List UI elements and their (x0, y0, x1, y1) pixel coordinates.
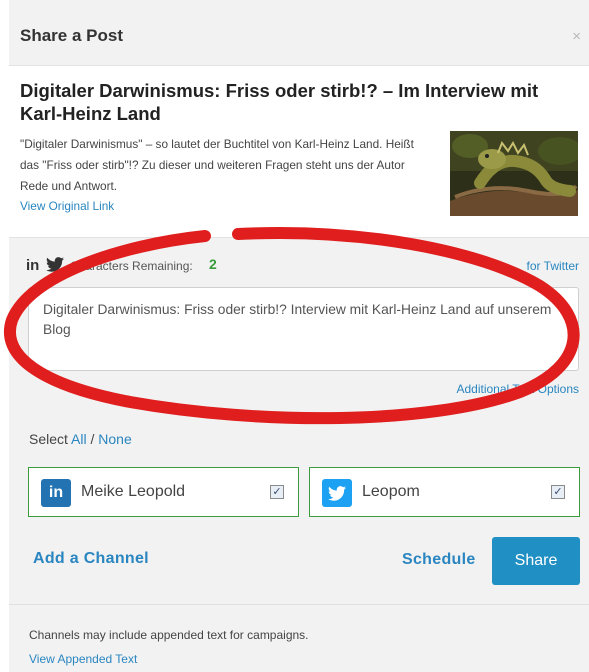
add-channel-link[interactable]: Add a Channel (33, 550, 149, 568)
dialog-title: Share a Post (20, 26, 123, 45)
share-button[interactable]: Share (492, 537, 580, 585)
select-label: Select (29, 431, 68, 447)
select-none-link[interactable]: None (98, 431, 131, 447)
footer-divider (9, 604, 589, 605)
characters-remaining-count: 2 (209, 256, 217, 272)
select-all-link[interactable]: All (71, 431, 87, 447)
additional-text-options-link[interactable]: Additional Text Options (456, 382, 579, 396)
channel-name: Meike Leopold (81, 483, 186, 500)
customize-twitter-link[interactable]: for Twitter (527, 259, 579, 273)
appended-text-note: Channels may include appended text for c… (29, 628, 309, 642)
channel-checkbox[interactable]: ✓ (551, 485, 565, 499)
close-icon[interactable]: × (572, 28, 581, 45)
schedule-button[interactable]: Schedule (402, 551, 476, 569)
post-thumbnail-image (450, 131, 578, 216)
linkedin-icon: in (41, 479, 71, 507)
characters-remaining-label: Characters Remaining: (70, 259, 193, 273)
select-channels-row: Select All / None (29, 431, 132, 447)
channel-checkbox[interactable]: ✓ (270, 485, 284, 499)
character-counter-row: in Characters Remaining: 2 for Twitter (26, 256, 579, 276)
channel-name: Leopom (362, 483, 420, 500)
twitter-icon (46, 257, 64, 277)
post-title: Digitaler Darwinismus: Friss oder stirb!… (20, 80, 539, 124)
select-separator: / (90, 431, 95, 447)
view-original-link[interactable]: View Original Link (20, 199, 114, 213)
post-description: "Digitaler Darwinismus" – so lautet der … (20, 137, 414, 193)
linkedin-icon: in (26, 257, 40, 274)
view-appended-text-link[interactable]: View Appended Text (29, 652, 137, 666)
channel-card-twitter[interactable]: Leopom ✓ (309, 467, 580, 517)
twitter-icon (322, 479, 352, 507)
channel-card-linkedin[interactable]: in Meike Leopold ✓ (28, 467, 299, 517)
message-input[interactable]: Digitaler Darwinismus: Friss oder stirb!… (28, 287, 579, 371)
